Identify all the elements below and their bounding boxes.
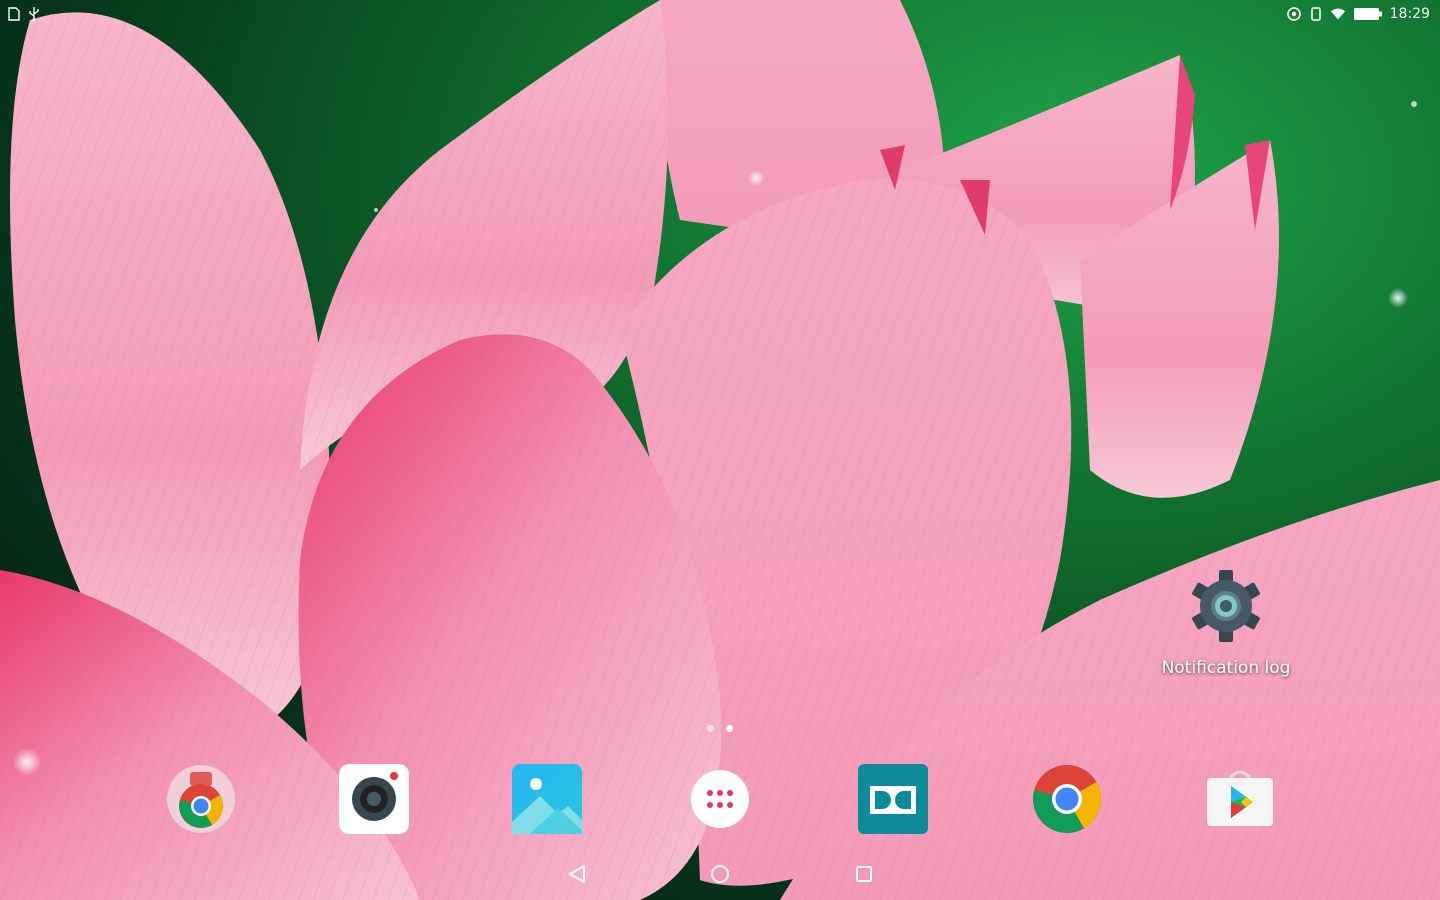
settings-gear-icon bbox=[1192, 570, 1260, 642]
gallery-icon bbox=[512, 764, 582, 834]
dolby-icon bbox=[858, 764, 928, 834]
chrome-folder[interactable] bbox=[164, 762, 238, 836]
chrome-icon bbox=[1032, 765, 1101, 833]
home-button[interactable] bbox=[703, 860, 737, 888]
page-indicator[interactable] bbox=[704, 722, 736, 734]
back-button[interactable] bbox=[560, 860, 594, 888]
data-saver-icon bbox=[1286, 6, 1302, 22]
home-icon bbox=[711, 865, 729, 883]
play-store-icon bbox=[1207, 770, 1273, 826]
app-drawer-icon bbox=[691, 770, 749, 828]
dolby-app[interactable] bbox=[856, 762, 930, 836]
back-icon bbox=[569, 865, 585, 883]
camera-icon bbox=[339, 764, 409, 834]
nav-bar bbox=[0, 850, 1440, 900]
gallery-app[interactable] bbox=[510, 762, 584, 836]
notification-log-shortcut[interactable]: Notification log bbox=[1150, 568, 1302, 688]
page-dot-2[interactable] bbox=[726, 724, 733, 732]
usb-icon bbox=[26, 6, 42, 22]
home-screen: 18:29 Notification log bbox=[0, 0, 1440, 900]
clock: 18:29 bbox=[1389, 6, 1430, 22]
chrome-folder-icon bbox=[167, 765, 235, 833]
recents-button[interactable] bbox=[847, 860, 881, 888]
page-dot-1[interactable] bbox=[707, 724, 714, 732]
battery-icon bbox=[1352, 6, 1384, 22]
app-drawer[interactable] bbox=[683, 762, 757, 836]
status-bar: 18:29 bbox=[0, 0, 1440, 32]
recents-icon bbox=[856, 866, 872, 882]
play-store-app[interactable] bbox=[1203, 762, 1277, 836]
sd-card-icon bbox=[6, 6, 22, 22]
shortcut-label: Notification log bbox=[1161, 658, 1291, 678]
wifi-icon bbox=[1330, 6, 1346, 22]
camera-app[interactable] bbox=[337, 762, 411, 836]
vibrate-icon bbox=[1308, 6, 1324, 22]
chrome-app[interactable] bbox=[1030, 762, 1104, 836]
